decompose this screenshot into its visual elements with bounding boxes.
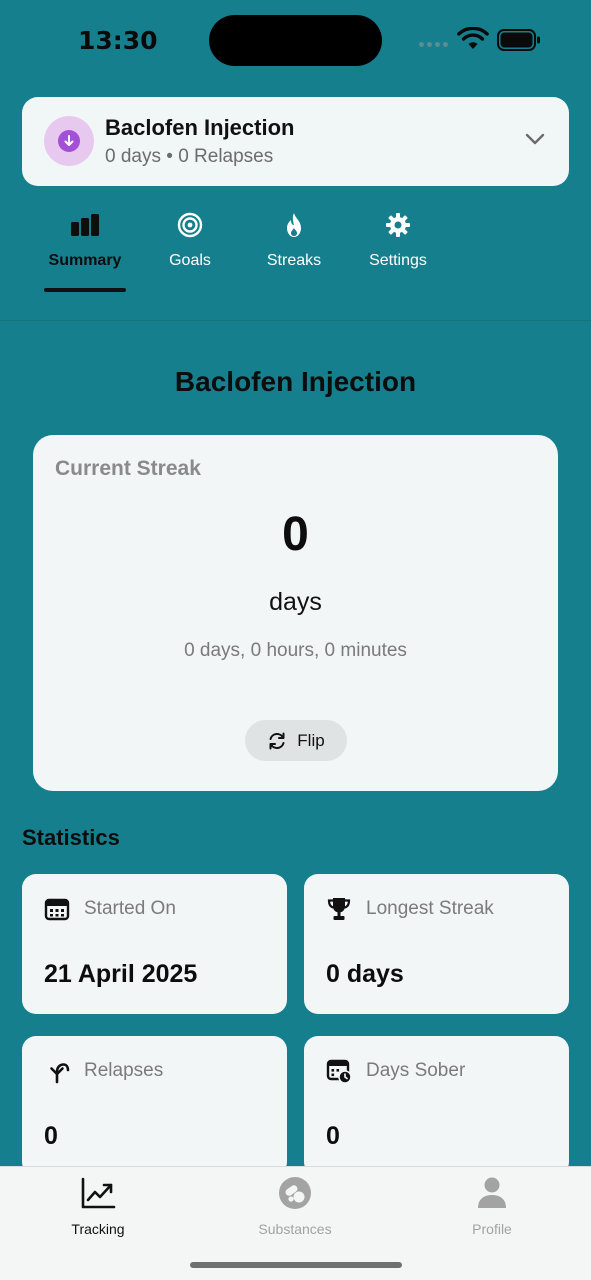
- stat-card-days-sober: Days Sober 0: [304, 1036, 569, 1176]
- tab-bar: Summary Goals Streaks Settings: [0, 212, 591, 322]
- current-streak-card: Current Streak 0 days 0 days, 0 hours, 0…: [33, 435, 558, 791]
- calendar-clock-icon: [326, 1059, 352, 1084]
- person-icon: [478, 1177, 506, 1208]
- refresh-icon: [269, 732, 285, 749]
- tab-label: Streaks: [266, 252, 322, 269]
- nav-profile[interactable]: Profile: [422, 1175, 562, 1237]
- substance-name: Baclofen Injection: [105, 115, 295, 140]
- tab-goals[interactable]: Goals: [150, 212, 230, 270]
- streak-value: 0: [282, 508, 309, 561]
- chevron-down-icon[interactable]: [525, 133, 545, 145]
- stat-label: Longest Streak: [366, 898, 494, 919]
- tab-settings[interactable]: Settings: [358, 212, 438, 270]
- status-bar: 13:30: [0, 0, 591, 80]
- trophy-icon: [327, 898, 351, 920]
- substance-selector[interactable]: Baclofen Injection 0 days • 0 Relapses: [22, 97, 569, 186]
- page-title: Baclofen Injection: [174, 366, 417, 397]
- stat-label: Relapses: [84, 1060, 164, 1081]
- stat-value: 0: [326, 1122, 340, 1150]
- gear-icon: [386, 213, 410, 237]
- flip-label: Flip: [297, 730, 325, 750]
- target-icon: [177, 212, 203, 238]
- substance-summary: 0 days • 0 Relapses: [105, 146, 274, 167]
- nav-substances[interactable]: Substances: [225, 1175, 365, 1237]
- stat-card-relapses: Relapses 0: [22, 1036, 287, 1176]
- stat-value: 0 days: [326, 960, 404, 988]
- statistics-title: Statistics: [22, 825, 120, 850]
- cellular-signal-icon: [419, 42, 448, 47]
- dynamic-island: [209, 15, 382, 66]
- tab-label: Settings: [369, 252, 427, 269]
- substance-avatar: [44, 116, 94, 166]
- home-indicator: [190, 1262, 402, 1268]
- arrow-down-icon: [64, 135, 74, 146]
- flame-icon: [287, 213, 301, 237]
- wifi-icon: [457, 27, 489, 49]
- stat-value: 0: [44, 1122, 58, 1150]
- nav-label: Tracking: [71, 1221, 125, 1237]
- streak-heading: Current Streak: [55, 457, 201, 480]
- streak-unit: days: [269, 588, 322, 616]
- nav-tracking[interactable]: Tracking: [28, 1175, 168, 1237]
- stat-value: 21 April 2025: [44, 960, 198, 988]
- nav-label: Profile: [472, 1221, 512, 1237]
- calendar-icon: [44, 898, 70, 921]
- stat-label: Started On: [84, 898, 176, 919]
- flip-button[interactable]: Flip: [245, 720, 347, 761]
- nav-label: Substances: [258, 1221, 332, 1237]
- tab-label: Goals: [169, 252, 211, 269]
- streak-detail: 0 days, 0 hours, 0 minutes: [184, 640, 407, 661]
- status-time: 13:30: [78, 26, 158, 55]
- battery-icon: [497, 29, 540, 51]
- active-tab-indicator: [44, 288, 126, 292]
- trend-chart-icon: [81, 1177, 116, 1209]
- tab-streaks[interactable]: Streaks: [254, 212, 334, 270]
- bar-chart-icon: [71, 214, 99, 236]
- stat-card-longest-streak: Longest Streak 0 days: [304, 874, 569, 1014]
- divider: [0, 320, 591, 321]
- stat-card-started-on: Started On 21 April 2025: [22, 874, 287, 1014]
- tab-summary[interactable]: Summary: [45, 212, 125, 270]
- tab-label: Summary: [48, 252, 122, 269]
- stat-label: Days Sober: [366, 1060, 466, 1081]
- pills-icon: [279, 1177, 311, 1209]
- undo-arrow-icon: [50, 1063, 70, 1084]
